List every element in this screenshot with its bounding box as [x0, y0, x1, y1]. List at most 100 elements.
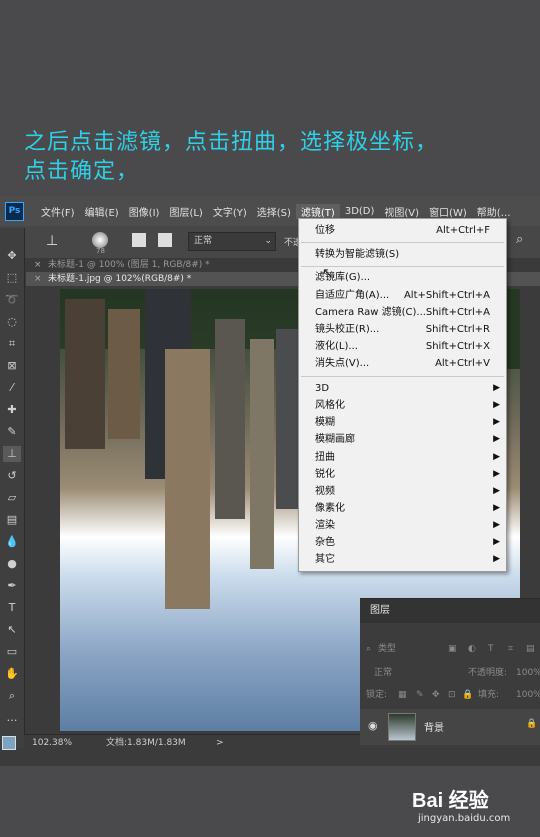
menu-window[interactable]: 窗口(W): [424, 204, 472, 219]
menu-filter[interactable]: 滤镜(T): [295, 203, 340, 219]
menu-item-offset[interactable]: 位移 Alt+Ctrl+F: [299, 222, 506, 239]
lock-icon: 🔒: [526, 719, 538, 729]
menu-image[interactable]: 图像(I): [124, 204, 165, 219]
brush-tool-icon[interactable]: ✎: [3, 424, 21, 440]
lock-all-icon[interactable]: 🔒: [462, 685, 473, 705]
lasso-tool-icon[interactable]: ➰: [3, 292, 21, 308]
menu-item-noise[interactable]: 杂色 ▶: [299, 534, 506, 551]
menu-help[interactable]: 帮助(…: [472, 204, 516, 219]
eraser-tool-icon[interactable]: ▱: [3, 490, 21, 506]
eye-icon[interactable]: ◉: [368, 719, 378, 732]
filter-smart-icon[interactable]: ▤: [526, 639, 535, 659]
menu-item-pixelate[interactable]: 像素化 ▶: [299, 500, 506, 517]
menu-item-3d[interactable]: 3D ▶: [299, 380, 506, 397]
menu-item-lens-correction[interactable]: 镜头校正(R)... Shift+Ctrl+R: [299, 321, 506, 338]
tools-panel: ✥ ⬚ ➰ ◌ ⌗ ⊠ ⁄ ✚ ✎ ⊥ ↺ ▱ ▤ 💧 ● ✒ T ↖ ▭ ✋ …: [0, 228, 25, 750]
canvas-building: [108, 309, 140, 439]
blend-row: 正常 不透明度: 100%: [360, 663, 540, 683]
layer-filter-kind[interactable]: 类型: [378, 639, 396, 659]
marquee-tool-icon[interactable]: ⬚: [3, 270, 21, 286]
blend-mode-select[interactable]: 正常 ⌄: [188, 232, 276, 251]
zoom-tool-icon[interactable]: ⌕: [3, 688, 21, 704]
gradient-tool-icon[interactable]: ▤: [3, 512, 21, 528]
menu-item-liquify[interactable]: 液化(L)... Shift+Ctrl+X: [299, 338, 506, 355]
lock-pixels-icon[interactable]: ▦: [398, 685, 407, 705]
menu-divider: [301, 242, 504, 243]
dodge-tool-icon[interactable]: ●: [3, 556, 21, 572]
menu-item-video[interactable]: 视频 ▶: [299, 483, 506, 500]
close-icon[interactable]: ×: [34, 258, 42, 272]
blend-mode-value: 正常: [194, 236, 213, 246]
layer-filter-row: ⌕ 类型 ▣ ◐ T ⌗ ▤: [360, 639, 540, 659]
blur-tool-icon[interactable]: 💧: [3, 534, 21, 550]
opacity-value[interactable]: 100%: [516, 663, 540, 683]
lock-row: 锁定: ▦ ✎ ✥ ⊡ 🔒 填充: 100%: [360, 685, 540, 705]
menu-3d[interactable]: 3D(D): [340, 206, 380, 217]
filter-type-icon[interactable]: T: [488, 639, 494, 659]
more-tools-icon[interactable]: …: [3, 710, 21, 726]
caption-line-1: 之后点击滤镜，点击扭曲，选择极坐标，: [24, 130, 439, 155]
menu-item-blur[interactable]: 模糊 ▶: [299, 414, 506, 431]
fill-value[interactable]: 100%: [516, 685, 540, 705]
search-icon[interactable]: ⌕: [516, 232, 523, 247]
menu-item-camera-raw[interactable]: Camera Raw 滤镜(C)... Shift+Ctrl+A: [299, 304, 506, 321]
layers-panel-title[interactable]: 图层: [370, 605, 390, 616]
clone-source-icon[interactable]: [158, 233, 172, 247]
menu-item-adaptive-wide[interactable]: 自适应广角(A)... Alt+Shift+Ctrl+A: [299, 287, 506, 304]
canvas-building: [250, 339, 274, 569]
menu-item-stylize[interactable]: 风格化 ▶: [299, 397, 506, 414]
frame-tool-icon[interactable]: ⊠: [3, 358, 21, 374]
type-tool-icon[interactable]: T: [3, 600, 21, 616]
brush-size-value: 78: [96, 247, 105, 255]
filter-adjust-icon[interactable]: ◐: [468, 639, 476, 659]
healing-tool-icon[interactable]: ✚: [3, 402, 21, 418]
lock-move-icon[interactable]: ✥: [432, 685, 440, 705]
eyedropper-tool-icon[interactable]: ⁄: [3, 380, 21, 396]
quick-select-tool-icon[interactable]: ◌: [3, 314, 21, 330]
hand-tool-icon[interactable]: ✋: [3, 666, 21, 682]
foreground-color-swatch[interactable]: [2, 736, 16, 750]
menu-item-other[interactable]: 其它 ▶: [299, 551, 506, 568]
menu-type[interactable]: 文字(Y): [208, 204, 252, 219]
baidu-logo: Bai 经验: [412, 790, 489, 812]
lock-brush-icon[interactable]: ✎: [416, 685, 424, 705]
brush-settings-icon[interactable]: [132, 233, 146, 247]
clone-stamp-tool-icon[interactable]: ⊥: [3, 446, 21, 462]
rectangle-tool-icon[interactable]: ▭: [3, 644, 21, 660]
zoom-level[interactable]: 102.38%: [32, 735, 72, 751]
menu-item-sharpen[interactable]: 锐化 ▶: [299, 466, 506, 483]
close-icon[interactable]: ×: [34, 272, 42, 286]
menu-item-vanishing-point[interactable]: 消失点(V)... Alt+Ctrl+V: [299, 355, 506, 372]
layers-panel: 图层 ⌕ 类型 ▣ ◐ T ⌗ ▤ 正常 不透明度: 100% 锁定: ▦ ✎ …: [360, 598, 540, 749]
layer-name[interactable]: 背景: [424, 719, 444, 734]
menu-item-render[interactable]: 渲染 ▶: [299, 517, 506, 534]
move-tool-icon[interactable]: ✥: [3, 248, 21, 264]
tab-label: 未标题-1.jpg @ 102%(RGB/8#) *: [48, 274, 192, 284]
menu-edit[interactable]: 编辑(E): [80, 204, 124, 219]
status-arrow-icon[interactable]: >: [216, 735, 224, 751]
menu-item-distort[interactable]: 扭曲 ▶: [299, 449, 506, 466]
filter-image-icon[interactable]: ▣: [448, 639, 457, 659]
submenu-arrow-icon: ▶: [493, 417, 500, 427]
lock-artboard-icon[interactable]: ⊡: [448, 685, 456, 705]
status-bar: 102.38% 文档:1.83M/1.83M >: [24, 734, 364, 751]
history-brush-tool-icon[interactable]: ↺: [3, 468, 21, 484]
menu-view[interactable]: 视图(V): [379, 204, 424, 219]
menu-item-blur-gallery[interactable]: 模糊画廊 ▶: [299, 431, 506, 448]
menu-file[interactable]: 文件(F): [36, 204, 80, 219]
caption-line-2: 点击确定，: [24, 159, 140, 184]
layers-panel-header: 图层: [360, 599, 540, 623]
submenu-arrow-icon: ▶: [493, 503, 500, 513]
menu-item-convert-smart[interactable]: 转换为智能滤镜(S): [299, 246, 506, 263]
menu-select[interactable]: 选择(S): [252, 204, 296, 219]
layer-blend-mode[interactable]: 正常: [374, 663, 392, 683]
layer-background[interactable]: ◉ 背景 🔒: [360, 709, 540, 745]
crop-tool-icon[interactable]: ⌗: [3, 336, 21, 352]
path-select-tool-icon[interactable]: ↖: [3, 622, 21, 638]
stamp-tool-icon[interactable]: ⊥: [46, 233, 58, 249]
menu-layer[interactable]: 图层(L): [164, 204, 207, 219]
submenu-arrow-icon: ▶: [493, 520, 500, 530]
brush-preview[interactable]: [92, 232, 108, 248]
filter-shape-icon[interactable]: ⌗: [508, 639, 513, 659]
pen-tool-icon[interactable]: ✒: [3, 578, 21, 594]
